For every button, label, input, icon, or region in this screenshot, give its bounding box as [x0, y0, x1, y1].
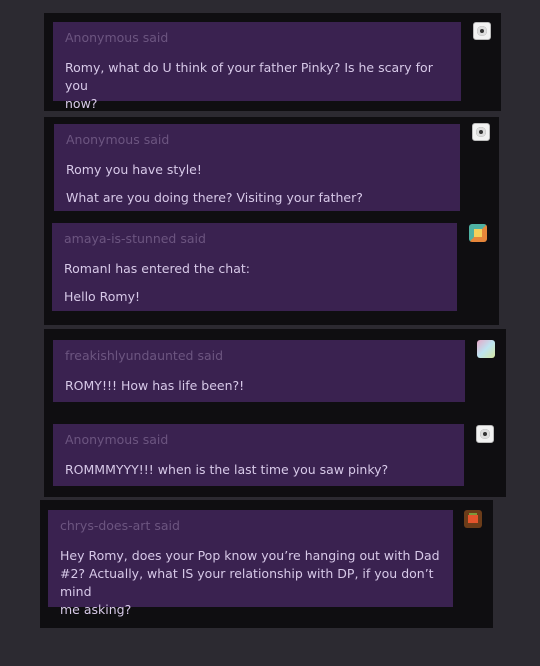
sender-name[interactable]: Anonymous — [65, 432, 139, 447]
user-avatar-icon[interactable] — [469, 224, 487, 242]
anonymous-avatar-icon[interactable] — [473, 22, 491, 40]
ask-bubble: amaya-is-stunned said RomanI has entered… — [52, 223, 457, 311]
ask-bubble: chrys-does-art said Hey Romy, does your … — [48, 510, 453, 617]
message-line: Hello Romy! — [64, 289, 141, 304]
said-label: said — [180, 231, 206, 246]
ask-card: freakishlyundaunted said ROMY!!! How has… — [44, 329, 506, 497]
sender-line: amaya-is-stunned said — [64, 231, 445, 247]
ask-card: Anonymous said Romy you have style! What… — [44, 117, 499, 325]
ask-card: chrys-does-art said Hey Romy, does your … — [40, 500, 493, 628]
sender-line: freakishlyundaunted said — [65, 348, 453, 364]
message-line: ROMY!!! How has life been?! — [65, 378, 245, 393]
sender-line: chrys-does-art said — [60, 518, 441, 534]
message-line: What are you doing there? Visiting your … — [66, 190, 363, 205]
user-avatar-icon[interactable] — [464, 510, 482, 528]
anonymous-avatar-icon[interactable] — [472, 123, 490, 141]
ask-bubble: Anonymous said Romy, what do U think of … — [53, 22, 461, 111]
sender-name[interactable]: Anonymous — [65, 30, 139, 45]
sender-line: Anonymous said — [65, 30, 449, 46]
message-line: #2? Actually, what IS your relationship … — [60, 566, 434, 599]
message-line: Hey Romy, does your Pop know you’re hang… — [60, 548, 440, 563]
ask-bubble: Anonymous said Romy you have style! What… — [54, 124, 460, 211]
said-label: said — [197, 348, 224, 363]
sender-line: Anonymous said — [65, 432, 452, 448]
message-line: RomanI has entered the chat: — [64, 261, 250, 276]
message-line: Romy you have style! — [66, 162, 202, 177]
message-line: now? — [65, 96, 98, 111]
sender-name[interactable]: chrys-does-art — [60, 518, 150, 533]
ask-bubble: Anonymous said ROMMMYYY!!! when is the l… — [53, 424, 464, 486]
user-avatar-icon[interactable] — [477, 340, 495, 358]
ask-bubble: freakishlyundaunted said ROMY!!! How has… — [53, 340, 465, 402]
said-label: said — [142, 432, 169, 447]
message-line: me asking? — [60, 602, 132, 617]
said-label: said — [143, 132, 170, 147]
sender-name[interactable]: amaya-is-stunned — [64, 231, 176, 246]
ask-card: Anonymous said Romy, what do U think of … — [44, 13, 501, 111]
sender-name[interactable]: Anonymous — [66, 132, 140, 147]
said-label: said — [154, 518, 180, 533]
said-label: said — [142, 30, 169, 45]
message-line: ROMMMYYY!!! when is the last time you sa… — [65, 462, 389, 477]
sender-line: Anonymous said — [66, 132, 448, 148]
anonymous-avatar-icon[interactable] — [476, 425, 494, 443]
message-line: Romy, what do U think of your father Pin… — [65, 60, 433, 93]
sender-name[interactable]: freakishlyundaunted — [65, 348, 193, 363]
